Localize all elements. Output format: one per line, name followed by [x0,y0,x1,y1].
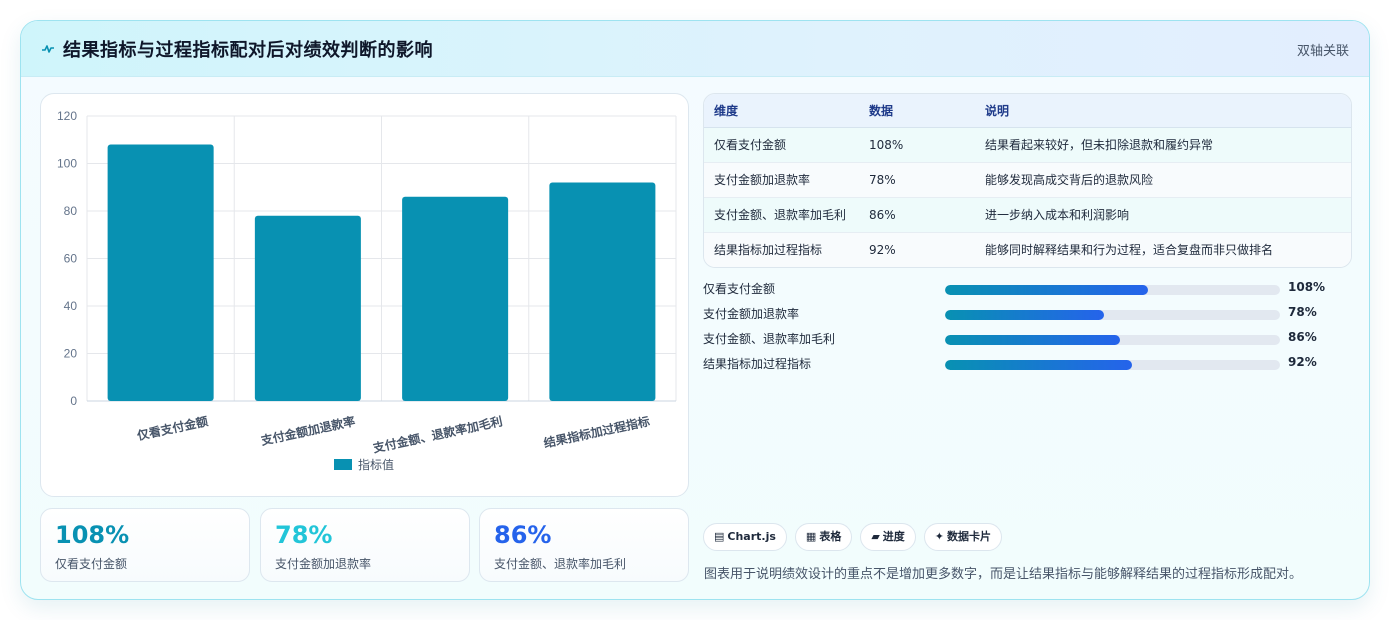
stat-label: 仅看支付金额 [55,557,128,571]
chip-chartjs[interactable]: ▤ Chart.js [703,523,787,551]
cell-dimension: 结果指标加过程指标 [704,232,859,267]
column-header-data: 数据 [859,94,975,128]
progress-fill [945,360,1132,370]
tech-chips: ▤ Chart.js ▦ 表格 ▰ 进度 ✦ 数据卡片 [703,523,1003,551]
y-tick-label: 60 [64,252,78,266]
progress-track [945,335,1280,345]
chip-label: 表格 [819,530,842,543]
chip-label: 进度 [882,530,905,543]
pulse-icon [42,45,54,53]
stat-card-payment: 108% 仅看支付金额 [40,508,250,582]
progress-label: 支付金额、退款率加毛利 [703,332,836,346]
progress-icon: ▰ [871,530,880,543]
cell-note: 结果看起来较好，但未扣除退款和履约异常 [975,127,1351,163]
x-tick-label: 支付金额、退款率加毛利 [371,413,504,455]
progress-row: 支付金额、退款率加毛利 86% [703,326,1352,351]
progress-label: 仅看支付金额 [703,282,776,296]
table-icon: ▦ [805,530,817,543]
caption-text: 图表用于说明绩效设计的重点不是增加更多数字，而是让结果指标与能够解释结果的过程指… [704,567,1303,582]
progress-label: 结果指标加过程指标 [703,357,812,371]
bar-chart: 0 20 40 60 80 100 120 仅看支付金额 支付金额加退款率 支付金额、退款率加毛利… [57,109,677,472]
progress-fill [945,335,1121,345]
chip-label: 数据卡片 [947,530,992,543]
cell-data: 78% [859,162,975,198]
stat-label: 支付金额、退款率加毛利 [494,557,627,571]
cell-note: 能够发现高成交背后的退款风险 [975,162,1351,198]
table-row: 结果指标加过程指标 92% 能够同时解释结果和行为过程，适合复盘而非只做排名 [704,232,1351,267]
cell-dimension: 支付金额加退款率 [704,162,859,198]
y-tick-label: 120 [57,109,77,123]
progress-track [945,285,1280,295]
table-row: 支付金额加退款率 78% 能够发现高成交背后的退款风险 [704,162,1351,198]
data-table: 维度 数据 说明 仅看支付金额 108% 结果看起来较好，但未扣除退款和履约异常… [703,93,1352,268]
legend-swatch [334,459,352,470]
table-row: 仅看支付金额 108% 结果看起来较好，但未扣除退款和履约异常 [704,127,1351,163]
bar [254,215,361,401]
bar [549,182,656,401]
y-tick-label: 20 [64,347,78,361]
progress-label: 支付金额加退款率 [703,307,800,321]
y-tick-label: 40 [64,299,78,313]
legend-label: 指标值 [358,457,394,472]
progress-value: 92% [1288,355,1317,369]
chip-label: Chart.js [727,530,776,543]
progress-value: 86% [1288,330,1317,344]
progress-list: 仅看支付金额 108% 支付金额加退款率 78% 支付金额、退款率加毛利 86%… [703,276,1352,376]
progress-row: 结果指标加过程指标 92% [703,351,1352,376]
page-title: 结果指标与过程指标配对后对绩效判断的影响 [63,40,433,61]
stat-value: 78% [275,521,333,549]
y-tick-label: 100 [57,157,77,171]
header-badge: 双轴关联 [1296,44,1349,59]
cell-dimension: 支付金额、退款率加毛利 [704,197,859,233]
table-row: 支付金额、退款率加毛利 86% 进一步纳入成本和利润影响 [704,197,1351,233]
cell-data: 86% [859,197,975,233]
dashboard-card: 结果指标与过程指标配对后对绩效判断的影响 双轴关联 0 20 40 60 80 100 12… [20,20,1370,600]
chip-data-card[interactable]: ✦ 数据卡片 [923,523,1003,551]
cell-note: 能够同时解释结果和行为过程，适合复盘而非只做排名 [975,232,1351,267]
table-header-row: 维度 数据 说明 [704,94,1351,128]
column-header-note: 说明 [975,94,1351,128]
y-tick-label: 0 [70,394,77,408]
cell-data: 108% [859,127,975,163]
stat-label: 支付金额加退款率 [275,557,372,571]
progress-value: 78% [1288,305,1317,319]
bar [107,144,214,401]
chip-table[interactable]: ▦ 表格 [794,523,853,551]
x-tick-label: 仅看支付金额 [135,413,210,443]
stat-card-margin: 86% 支付金额、退款率加毛利 [479,508,689,582]
column-header-dimension: 维度 [704,94,859,128]
progress-track [945,310,1280,320]
x-tick-label: 结果指标加过程指标 [542,413,651,450]
progress-fill [945,310,1104,320]
chip-progress[interactable]: ▰ 进度 [860,523,916,551]
progress-fill [945,285,1149,295]
cell-data: 92% [859,232,975,267]
sparkle-icon: ✦ [934,530,945,543]
progress-value: 108% [1288,280,1326,294]
stat-value: 108% [55,521,130,549]
card-header: 结果指标与过程指标配对后对绩效判断的影响 双轴关联 [21,21,1369,77]
stat-value: 86% [494,521,552,549]
progress-track [945,360,1280,370]
cell-dimension: 仅看支付金额 [704,127,859,163]
stat-card-refund: 78% 支付金额加退款率 [260,508,470,582]
progress-row: 支付金额加退款率 78% [703,301,1352,326]
y-tick-label: 80 [64,204,78,218]
chart-icon: ▤ [714,530,725,543]
bar-chart-panel: 0 20 40 60 80 100 120 仅看支付金额 支付金额加退款率 支付金额、退款率加毛利… [40,93,689,497]
cell-note: 进一步纳入成本和利润影响 [975,197,1351,233]
progress-row: 仅看支付金额 108% [703,276,1352,301]
x-tick-label: 支付金额加退款率 [258,413,356,448]
bar [402,196,509,401]
